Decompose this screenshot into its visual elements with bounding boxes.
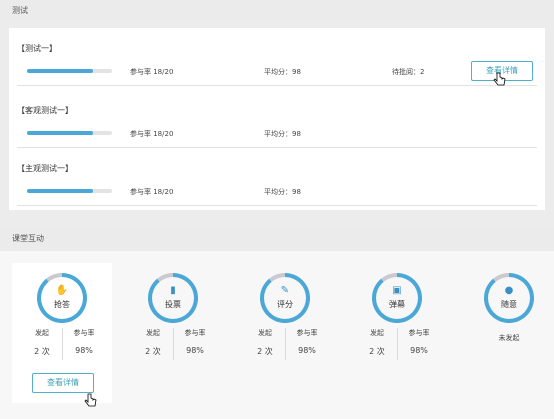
- bar-chart-icon: ▮: [170, 285, 176, 296]
- section-header-test: 测试: [0, 0, 554, 22]
- launch-stat: 发起 2 次: [34, 329, 50, 356]
- activity-label: 弹幕: [389, 300, 405, 309]
- launch-stat: 发起 2 次: [369, 329, 385, 356]
- participation-stat: 参与率 98%: [296, 329, 318, 355]
- participation-bar: [27, 189, 112, 193]
- hand-cursor-icon: [493, 72, 506, 86]
- view-details-button[interactable]: 查看详情: [32, 373, 94, 393]
- activity-card-random[interactable]: ● 随意 未发起: [459, 263, 554, 403]
- activity-card-qiangda[interactable]: ✋ 抢答 发起 2 次 参与率 98% 查看详情: [12, 263, 112, 403]
- activity-progress-ring: ● 随意: [484, 273, 534, 323]
- participation-bar: [27, 131, 112, 135]
- activity-label: 投票: [165, 300, 181, 309]
- participation-rate: 参与率 18/20: [130, 68, 174, 76]
- test-row-3: 【主观测试一】 参与率 18/20 平均分：98: [17, 148, 537, 206]
- average-score: 平均分：98: [264, 68, 301, 76]
- launch-stat: 发起 2 次: [145, 329, 161, 356]
- activity-progress-ring: ▣ 弹幕: [372, 273, 422, 323]
- stat-divider: [62, 328, 63, 360]
- test-list: 【测试一】 参与率 18/20 平均分：98 待批阅：2 查看详情 【客观测试一…: [9, 28, 545, 210]
- participation-bar: [27, 69, 112, 73]
- shuffle-icon: ●: [504, 285, 514, 296]
- message-icon: ▣: [392, 285, 402, 296]
- participation-stat: 参与率 98%: [184, 329, 206, 355]
- stat-divider: [173, 328, 174, 360]
- stat-divider: [397, 328, 398, 360]
- section-header-classroom: 课堂互动: [0, 228, 554, 250]
- participation-rate: 参与率 18/20: [130, 130, 174, 138]
- activity-label: 随意: [501, 300, 517, 309]
- activity-progress-ring: ▮ 投票: [148, 273, 198, 323]
- activity-card-barrage[interactable]: ▣ 弹幕 发起 2 次 参与率 98%: [347, 263, 447, 403]
- activity-card-vote[interactable]: ▮ 投票 发起 2 次 参与率 98%: [123, 263, 223, 403]
- activity-label: 抢答: [54, 300, 70, 309]
- test-row-1: 【测试一】 参与率 18/20 平均分：98 待批阅：2 查看详情: [17, 28, 537, 86]
- average-score: 平均分：98: [264, 188, 301, 196]
- hand-cursor-icon: [84, 393, 97, 407]
- test-name: 【主观测试一】: [17, 164, 73, 173]
- activity-progress-ring: ✋ 抢答: [37, 273, 87, 323]
- launch-stat: 发起 2 次: [257, 329, 273, 356]
- edit-icon: ✎: [280, 285, 290, 296]
- test-name: 【测试一】: [17, 44, 57, 53]
- activity-card-rating[interactable]: ✎ 评分 发起 2 次 参与率 98%: [235, 263, 335, 403]
- participation-bar-fill: [27, 131, 94, 135]
- participation-rate: 参与率 18/20: [130, 188, 174, 196]
- activity-label: 评分: [277, 300, 293, 309]
- test-row-2: 【客观测试一】 参与率 18/20 平均分：98: [17, 90, 537, 148]
- stat-divider: [285, 328, 286, 360]
- participation-stat: 参与率 98%: [73, 329, 95, 355]
- not-started-status: 未发起: [498, 334, 520, 342]
- participation-bar-fill: [27, 189, 94, 193]
- pending-review: 待批阅：2: [392, 68, 425, 76]
- hand-icon: ✋: [55, 285, 69, 296]
- participation-bar-fill: [27, 69, 94, 73]
- average-score: 平均分：98: [264, 130, 301, 138]
- activity-progress-ring: ✎ 评分: [260, 273, 310, 323]
- test-name: 【客观测试一】: [17, 106, 73, 115]
- participation-stat: 参与率 98%: [408, 329, 430, 355]
